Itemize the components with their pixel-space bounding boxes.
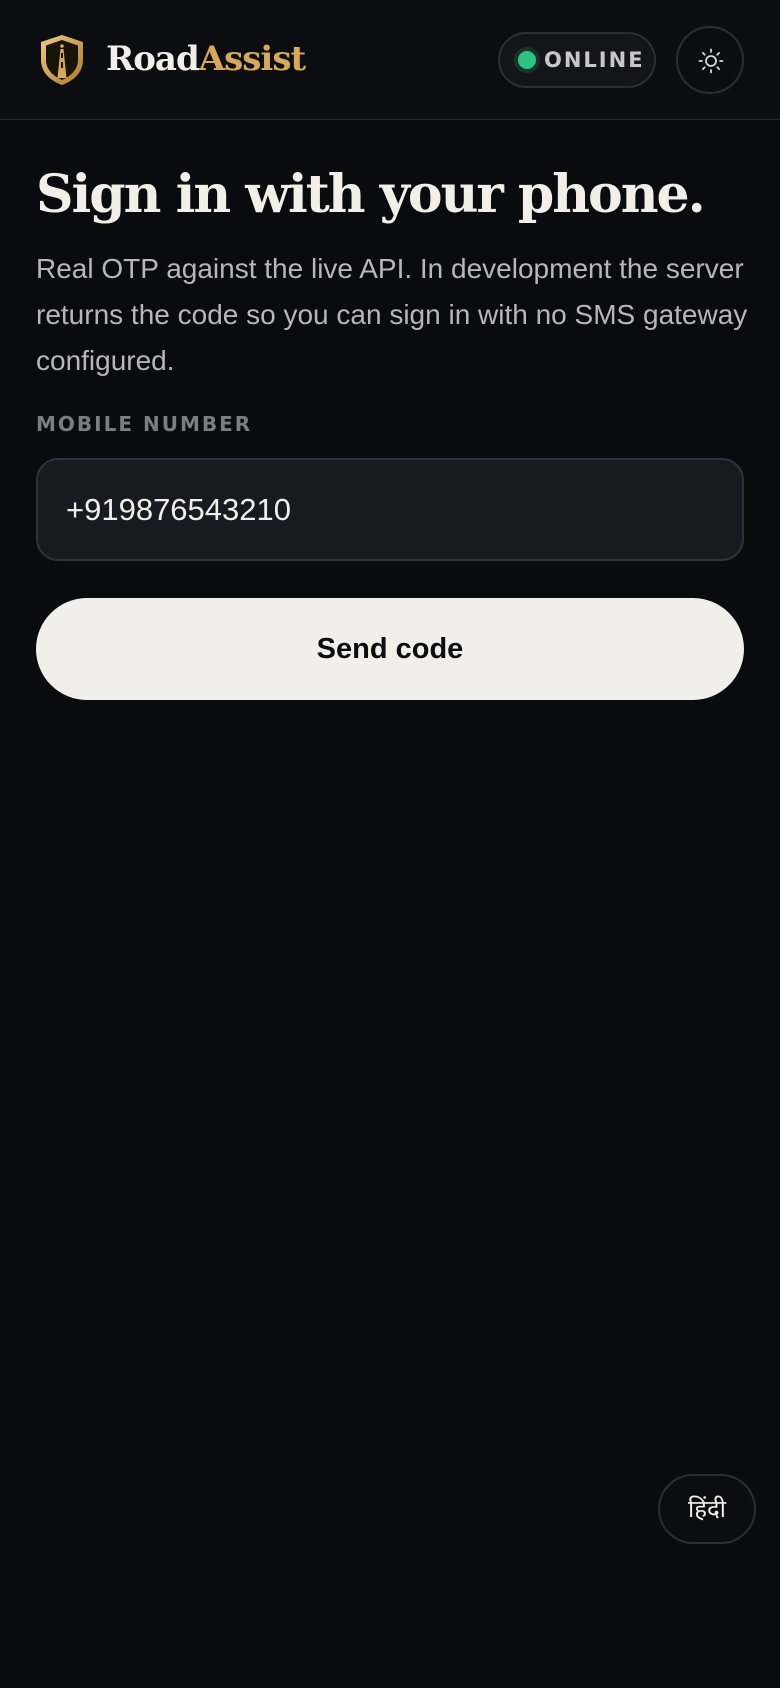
app-header: RoadAssist ONLINE (0, 0, 780, 120)
status-label: ONLINE (544, 48, 645, 72)
shield-road-icon (38, 33, 86, 87)
language-toggle-button[interactable]: हिंदी (658, 1474, 756, 1544)
phone-label: MOBILE NUMBER (36, 412, 253, 436)
brand-name: RoadAssist (106, 34, 306, 84)
brand-assist: Assist (198, 39, 306, 79)
status-badge: ONLINE (498, 32, 656, 88)
phone-input[interactable] (36, 458, 744, 561)
theme-toggle-button[interactable] (676, 26, 744, 94)
page-description: Real OTP against the live API. In develo… (36, 253, 748, 376)
send-code-button[interactable]: Send code (36, 598, 744, 700)
brand-road: Road (106, 39, 200, 79)
online-dot-icon (518, 51, 536, 69)
page-title: Sign in with your phone. (36, 164, 706, 225)
sun-icon (698, 48, 724, 74)
